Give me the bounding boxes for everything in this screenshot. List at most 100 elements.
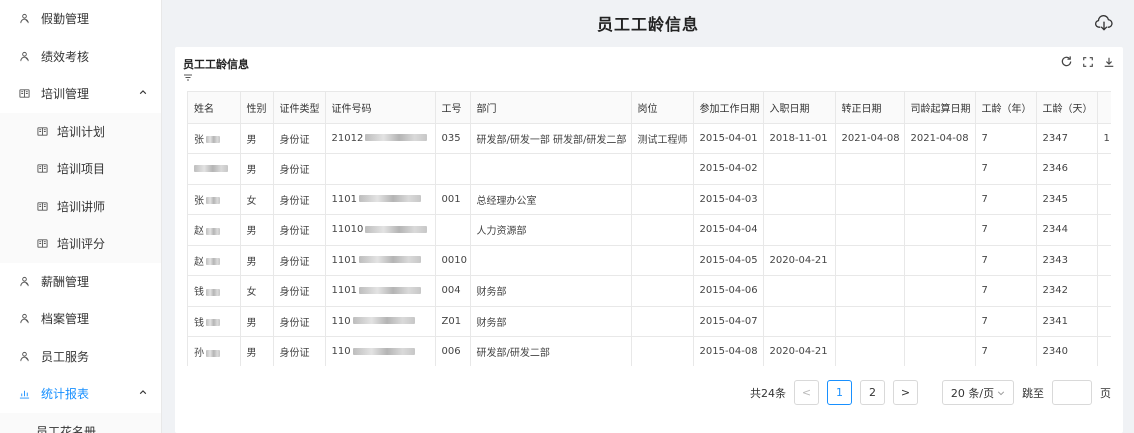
sidebar-item-0[interactable]: 假勤管理 xyxy=(0,0,161,38)
cell-text: 1101 xyxy=(331,193,357,205)
fullscreen-icon[interactable] xyxy=(1081,55,1094,68)
cell-text: 2347 xyxy=(1042,132,1068,144)
table-cell: 人力资源部 xyxy=(470,214,632,246)
cell-text: 身份证 xyxy=(279,348,310,360)
column-header[interactable]: 入职日期 xyxy=(763,92,836,124)
download-icon[interactable] xyxy=(1102,55,1115,68)
sidebar-item-3[interactable]: 培训计划 xyxy=(0,113,161,151)
table-row[interactable]: 男 身份证 2015-04-02 7 2346 xyxy=(188,153,1111,185)
page-size-select[interactable]: 20 条/页 xyxy=(942,380,1014,405)
table-row[interactable]: 钱 男 身份证 110 Z01 财务部 2015-04-07 7 2341 xyxy=(188,306,1111,337)
table-cell xyxy=(631,184,694,215)
jump-label: 跳至 xyxy=(1022,386,1044,400)
table-cell: 1 xyxy=(1097,123,1111,154)
sidebar-item-6[interactable]: 培训评分 xyxy=(0,225,161,263)
sidebar-item-label: 培训计划 xyxy=(57,124,106,139)
jump-page-input[interactable] xyxy=(1052,380,1092,405)
redacted-text xyxy=(365,225,428,233)
table-cell xyxy=(763,306,836,337)
cell-text: 总经理办公室 xyxy=(476,195,537,207)
book-icon xyxy=(36,238,48,250)
refresh-icon[interactable] xyxy=(1060,55,1073,68)
cell-text: 006 xyxy=(441,346,461,358)
sidebar-item-label: 档案管理 xyxy=(41,312,90,327)
redacted-text xyxy=(358,286,421,294)
sidebar-item-10[interactable]: 统计报表 xyxy=(0,375,161,413)
page-2-button[interactable]: 2 xyxy=(860,380,885,405)
cell-text: 2015-04-05 xyxy=(699,254,758,266)
cell-text: 钱 xyxy=(194,317,204,329)
table-row[interactable]: 赵 男 身份证 1101 0010 2015-04-05 2020-04-21 7 2343 xyxy=(188,245,1111,276)
settings-icon[interactable] xyxy=(183,72,193,82)
user-icon xyxy=(18,13,30,25)
table-cell xyxy=(188,153,241,185)
table-cell: 7 xyxy=(975,275,1037,307)
table-cell: 张 xyxy=(188,123,241,154)
table-cell: 2345 xyxy=(1036,184,1098,215)
sidebar-item-4[interactable]: 培训项目 xyxy=(0,150,161,188)
table-row[interactable]: 钱 女 身份证 1101 004 财务部 2015-04-06 7 2342 xyxy=(188,275,1111,307)
sidebar-item-9[interactable]: 员工服务 xyxy=(0,338,161,376)
cell-text: 男 xyxy=(246,165,257,177)
sidebar-item-11[interactable]: 员工花名册 xyxy=(0,413,161,433)
cell-text: 身份证 xyxy=(279,226,310,238)
column-header[interactable]: 部门 xyxy=(470,92,632,124)
column-header[interactable]: 工号 xyxy=(435,92,471,124)
chevron-up-icon xyxy=(139,88,147,99)
column-header[interactable]: 转正日期 xyxy=(835,92,905,124)
column-header[interactable]: 工龄（天） xyxy=(1036,92,1098,124)
cell-text: 7 xyxy=(981,132,988,144)
table-cell: 2015-04-04 xyxy=(693,214,764,246)
table-cell xyxy=(435,214,471,246)
book-icon xyxy=(18,88,30,100)
cloud-download-icon[interactable] xyxy=(1094,13,1114,33)
column-header[interactable]: 性别 xyxy=(240,92,274,124)
table-row[interactable]: 张 女 身份证 1101 001 总经理办公室 2015-04-03 7 2345 xyxy=(188,184,1111,215)
table-cell xyxy=(904,153,976,185)
cell-text: 男 xyxy=(246,256,257,268)
sidebar-item-8[interactable]: 档案管理 xyxy=(0,300,161,338)
prev-page-button[interactable]: < xyxy=(794,380,819,405)
table-cell: 7 xyxy=(975,153,1037,185)
table-cell xyxy=(631,214,694,246)
column-header[interactable]: 工龄（年） xyxy=(975,92,1037,124)
sidebar-item-1[interactable]: 绩效考核 xyxy=(0,38,161,76)
page-1-button[interactable]: 1 xyxy=(827,380,852,405)
cell-text: 7 xyxy=(981,193,988,205)
next-page-button[interactable]: > xyxy=(893,380,918,405)
user-icon xyxy=(18,350,30,362)
table-cell xyxy=(835,245,905,276)
cell-text: 2015-04-04 xyxy=(699,224,758,236)
table-cell: 身份证 xyxy=(273,184,326,215)
sidebar-item-7[interactable]: 薪酬管理 xyxy=(0,263,161,301)
table-cell xyxy=(1097,245,1111,276)
column-header[interactable]: 岗位 xyxy=(631,92,694,124)
sidebar-item-5[interactable]: 培训讲师 xyxy=(0,188,161,226)
table-cell: 身份证 xyxy=(273,245,326,276)
cell-text: 2346 xyxy=(1042,163,1068,175)
cell-text: 赵 xyxy=(194,256,204,268)
table-row[interactable]: 孙 男 身份证 110 006 研发部/研发二部 2015-04-08 2020-04-21 7… xyxy=(188,336,1111,366)
cell-text: 张 xyxy=(194,195,204,207)
column-header[interactable]: 证件类型 xyxy=(273,92,326,124)
table-cell: 身份证 xyxy=(273,123,326,154)
table-row[interactable]: 张 男 身份证 21012 035 研发部/研发一部 研发部/研发二部 测试工程师 2015-… xyxy=(188,123,1111,154)
redacted-text xyxy=(206,136,220,144)
column-header[interactable] xyxy=(1097,92,1111,124)
chevron-down-icon xyxy=(997,390,1005,395)
column-header[interactable]: 证件号码 xyxy=(325,92,436,124)
cell-text: 财务部 xyxy=(476,317,507,329)
column-header[interactable]: 参加工作日期 xyxy=(693,92,764,124)
cell-text: 身份证 xyxy=(279,287,310,299)
column-header[interactable]: 姓名 xyxy=(188,92,241,124)
sidebar-item-2[interactable]: 培训管理 xyxy=(0,75,161,113)
card-toolbar xyxy=(1060,55,1115,68)
table-cell: 财务部 xyxy=(470,275,632,307)
table-row[interactable]: 赵 男 身份证 11010 人力资源部 2015-04-04 7 2344 xyxy=(188,214,1111,246)
table-cell: 女 xyxy=(240,275,274,307)
table-cell: 2343 xyxy=(1036,245,1098,276)
cell-text: 7 xyxy=(981,285,988,297)
content-card: 员工工龄信息 姓名 性别 证件类型 证件号码 工号 部门 岗位 参加工作日期 入职日期 转正日期司… xyxy=(175,47,1123,433)
table-cell xyxy=(631,336,694,366)
column-header[interactable]: 司龄起算日期 xyxy=(904,92,976,124)
